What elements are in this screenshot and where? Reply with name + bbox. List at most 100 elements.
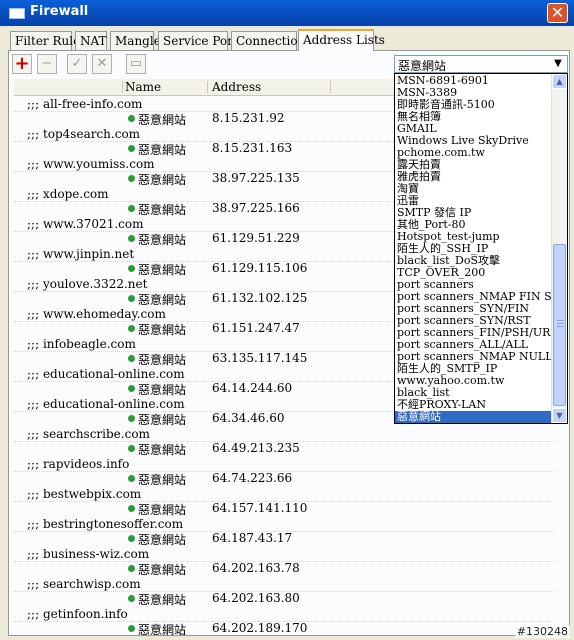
tab-service-ports[interactable]: Service Ports <box>158 31 244 50</box>
dropdown-option[interactable]: port scanners_FIN/PSH/URG <box>395 327 553 339</box>
tab-connections[interactable]: Connections <box>231 31 311 50</box>
dropdown-option[interactable]: www.yahoo.com.tw <box>395 375 553 387</box>
dropdown-option[interactable]: port scanners_NMAP NULL <box>395 351 553 363</box>
enabled-status-icon <box>128 265 135 272</box>
row-address: 64.34.46.60 <box>212 411 285 425</box>
list-filter-value: 惡意網站 <box>398 59 447 73</box>
enable-icon[interactable]: ✓ <box>67 54 87 74</box>
dropdown-option[interactable]: 即時影音通訊-5100 <box>395 99 553 111</box>
row-address: 61.129.115.106 <box>212 261 308 275</box>
scroll-up-icon[interactable]: ▲ <box>552 74 567 89</box>
watermark: #130248 <box>514 625 570 638</box>
row-address: 8.15.231.92 <box>212 111 285 125</box>
row-address: 64.202.163.78 <box>212 561 300 575</box>
comment-icon[interactable]: ▭ <box>126 54 146 74</box>
enabled-status-icon <box>128 385 135 392</box>
dropdown-option[interactable]: port scanners_SYN/FIN <box>395 303 553 315</box>
row-comment: ;;; youlove.3322.net <box>27 277 148 291</box>
enabled-status-icon <box>128 205 135 212</box>
remove-icon[interactable]: − <box>37 54 57 74</box>
row-comment: ;;; searchscribe.com <box>27 427 150 441</box>
dropdown-option[interactable]: MSN-6891-6901 <box>395 75 553 87</box>
dropdown-option[interactable]: 惡意網站 <box>395 411 553 423</box>
dropdown-option[interactable]: port scanners_ALL/ALL <box>395 339 553 351</box>
row-address: 64.14.244.60 <box>212 381 293 395</box>
enabled-status-icon <box>128 505 135 512</box>
row-comment: ;;; www.ehomeday.com <box>27 307 166 321</box>
row-comment: ;;; getinfoon.info <box>27 607 128 621</box>
column-name-header[interactable]: Name <box>125 80 161 94</box>
tab-filter-rules[interactable]: Filter Rules <box>10 31 86 50</box>
row-comment: ;;; infobeagle.com <box>27 337 136 351</box>
column-separator <box>207 81 208 93</box>
dropdown-option[interactable]: pchome.com.tw <box>395 147 553 159</box>
row-comment: ;;; top4search.com <box>27 127 141 141</box>
dropdown-option[interactable]: 其他_Port-80 <box>395 219 553 231</box>
dropdown-option[interactable]: SMTP 發信 IP <box>395 207 553 219</box>
row-address: 38.97.225.166 <box>212 201 300 215</box>
row-address: 64.202.163.80 <box>212 591 300 605</box>
column-separator <box>330 81 331 93</box>
table-row[interactable]: ;;; bestringtonesoffer.com 惡意網站 64.187.43.… <box>14 516 554 547</box>
tab-address-lists[interactable]: Address Lists <box>298 29 385 51</box>
row-comment: ;;; www.youmiss.com <box>27 157 155 171</box>
row-comment: ;;; searchwisp.com <box>27 577 141 591</box>
window-title: Firewall <box>30 4 89 19</box>
dropdown-option[interactable]: 淘寶 <box>395 183 553 195</box>
chevron-down-icon[interactable]: ▼ <box>550 57 566 71</box>
table-row[interactable]: ;;; rapvideos.info 惡意網站 64.74.223.66 <box>14 456 554 487</box>
dropdown-option[interactable]: port scanners <box>395 279 553 291</box>
dropdown-option[interactable]: port scanners_NMAP FIN Stealth <box>395 291 553 303</box>
row-comment: ;;; www.jinpin.net <box>27 247 135 261</box>
dropdown-option[interactable]: MSN-3389 <box>395 87 553 99</box>
dropdown-option[interactable]: 無名相簿 <box>395 111 553 123</box>
dropdown-option[interactable]: 陌生人的_SMTP_IP <box>395 363 553 375</box>
disable-icon[interactable]: ✕ <box>92 54 112 74</box>
dropdown-option[interactable]: 迅雷 <box>395 195 553 207</box>
dropdown-option[interactable]: 陌生人的_SSH_IP <box>395 243 553 255</box>
enabled-status-icon <box>128 415 135 422</box>
dropdown-option[interactable]: 雅虎拍賣 <box>395 171 553 183</box>
enabled-status-icon <box>128 115 135 122</box>
row-comment: ;;; bestwebpix.com <box>27 487 142 501</box>
enabled-status-icon <box>128 445 135 452</box>
close-icon[interactable]: ✕ <box>547 3 568 23</box>
table-row[interactable]: ;;; searchwisp.com 惡意網站 64.202.163.80 <box>14 576 554 607</box>
dropdown-option[interactable]: Hotspot_test-jump <box>395 231 553 243</box>
enabled-status-icon <box>128 355 135 362</box>
dropdown-option[interactable]: TCP_OVER_200 <box>395 267 553 279</box>
dropdown-option[interactable]: GMAIL <box>395 123 553 135</box>
scroll-down-icon[interactable]: ▼ <box>552 408 567 423</box>
tab-mangle[interactable]: Mangle <box>110 31 161 50</box>
title-bar: Firewall ✕ <box>0 0 574 26</box>
add-icon[interactable]: + <box>12 54 32 74</box>
enabled-status-icon <box>128 565 135 572</box>
row-address: 64.74.223.66 <box>212 471 293 485</box>
dropdown-scrollbar[interactable]: ▲ ▼ <box>551 74 567 423</box>
enabled-status-icon <box>128 235 135 242</box>
dropdown-option[interactable]: Windows Live SkyDrive <box>395 135 553 147</box>
list-filter-dropdown[interactable]: 惡意網站 不經PROXY-LAN black_list www.yahoo.com.t… <box>394 73 568 424</box>
row-address: 63.135.117.145 <box>212 351 308 365</box>
column-address-header[interactable]: Address <box>212 80 261 94</box>
row-comment: ;;; xdope.com <box>27 187 109 201</box>
table-row[interactable]: ;;; business-wiz.com 惡意網站 64.202.163.78 <box>14 546 554 577</box>
dropdown-option[interactable]: black_list_DoS攻擊 <box>395 255 553 267</box>
enabled-status-icon <box>128 595 135 602</box>
dropdown-option[interactable]: port scanners_SYN/RST <box>395 315 553 327</box>
row-address: 64.187.43.17 <box>212 531 293 545</box>
scroll-thumb[interactable] <box>553 244 566 406</box>
enabled-status-icon <box>128 175 135 182</box>
table-row[interactable]: ;;; getinfoon.info 惡意網站 64.202.189.170 <box>14 606 554 636</box>
row-comment: ;;; business-wiz.com <box>27 547 150 561</box>
tab-nat[interactable]: NAT <box>75 31 107 50</box>
dropdown-option[interactable]: black_list <box>395 387 553 399</box>
enabled-status-icon <box>128 535 135 542</box>
thumb-grip <box>557 326 564 327</box>
table-row[interactable]: ;;; bestwebpix.com 惡意網站 64.157.141.110 <box>14 486 554 517</box>
dropdown-option[interactable]: 不經PROXY-LAN <box>395 399 553 411</box>
list-filter-select[interactable]: 惡意網站 ▼ <box>394 55 568 73</box>
dropdown-option[interactable]: 露天拍賣 <box>395 159 553 171</box>
row-comment: ;;; www.37021.com <box>27 217 144 231</box>
table-row[interactable]: ;;; searchscribe.com 惡意網站 64.49.213.235 <box>14 426 554 457</box>
